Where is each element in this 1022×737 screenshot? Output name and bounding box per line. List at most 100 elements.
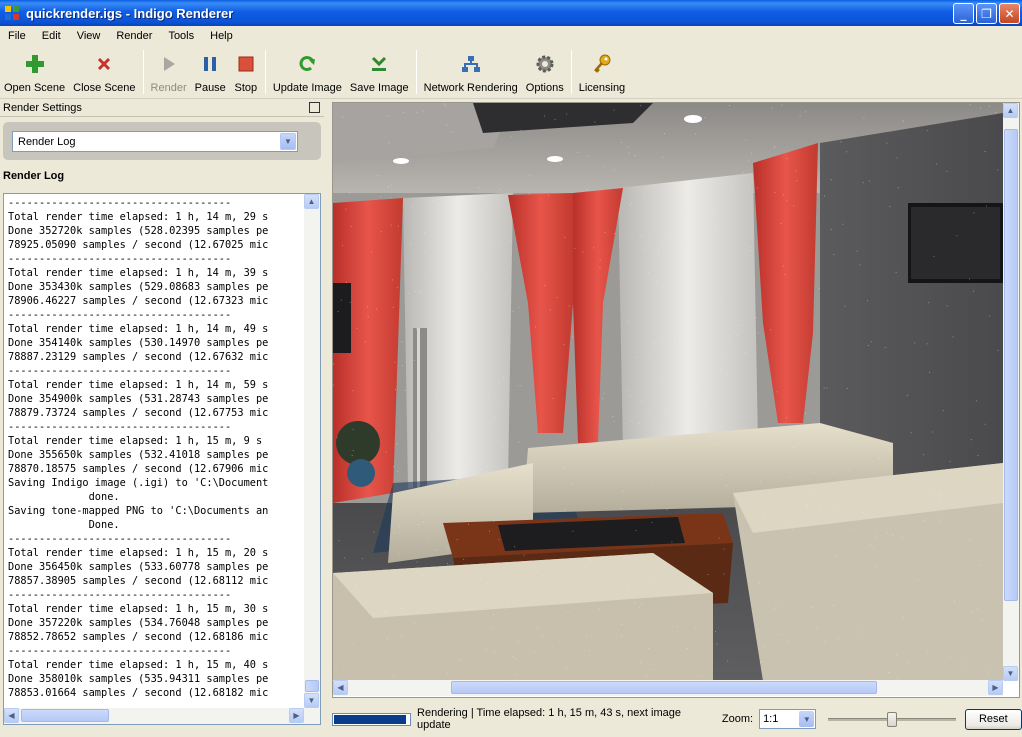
log-line: Total render time elapsed: 1 h, 14 m, 29… (8, 211, 269, 223)
log-horizontal-scrollbar[interactable]: ◀ ▶ (4, 708, 320, 724)
log-line: Done 352720k samples (528.02395 samples … (8, 225, 269, 237)
gear-icon (533, 52, 557, 76)
reset-button[interactable]: Reset (964, 708, 1022, 730)
render-vscroll-thumb[interactable] (1004, 129, 1018, 601)
menu-render[interactable]: Render (108, 30, 160, 42)
render-image (333, 103, 1003, 681)
log-line: ------------------------------------ (8, 309, 232, 321)
log-vertical-scrollbar[interactable]: ▲ ▼ (304, 194, 320, 708)
scroll-left-icon[interactable]: ◀ (4, 708, 19, 723)
zoom-slider[interactable] (828, 709, 957, 729)
indigo-logo-icon (4, 5, 20, 21)
log-line: Done 358010k samples (535.94311 samples … (8, 673, 269, 685)
close-icon: ✕ (1004, 6, 1015, 21)
log-line: 78879.73724 samples / second (12.67753 m… (8, 407, 269, 419)
render-log[interactable]: ------------------------------------ Tota… (3, 193, 321, 725)
scroll-up-icon[interactable]: ▲ (304, 194, 319, 209)
zoom-value: 1:1 (763, 713, 779, 725)
log-line: Total render time elapsed: 1 h, 15 m, 40… (8, 659, 269, 671)
title-bar[interactable]: quickrender.igs - Indigo Renderer _ ❐ ✕ (0, 0, 1022, 26)
close-button[interactable]: ✕ (999, 3, 1020, 24)
float-panel-icon[interactable] (309, 102, 320, 113)
network-rendering-button[interactable]: Network Rendering (420, 47, 522, 97)
log-line: ------------------------------------ (8, 645, 232, 657)
settings-selector[interactable]: Render Log ▼ (12, 131, 298, 152)
log-line: ------------------------------------ (8, 365, 232, 377)
log-line: 78887.23129 samples / second (12.67632 m… (8, 351, 269, 363)
toolbar-separator (264, 50, 266, 94)
chevron-down-icon[interactable]: ▼ (799, 711, 815, 727)
stop-label: Stop (234, 82, 258, 94)
menu-file[interactable]: File (0, 30, 34, 42)
scroll-down-icon[interactable]: ▼ (304, 693, 319, 708)
log-line: Total render time elapsed: 1 h, 15 m, 20… (8, 547, 269, 559)
pause-icon (198, 52, 222, 76)
save-image-button[interactable]: Save Image (346, 47, 413, 97)
render-button[interactable]: Render (147, 47, 191, 97)
log-line: ------------------------------------ (8, 197, 232, 209)
log-line: Total render time elapsed: 1 h, 15 m, 9 … (8, 435, 263, 447)
log-line: Total render time elapsed: 1 h, 14 m, 49… (8, 323, 269, 335)
pause-button[interactable]: Pause (191, 47, 230, 97)
update-image-label: Update Image (272, 82, 342, 94)
status-bar: Rendering | Time elapsed: 1 h, 15 m, 43 … (332, 706, 1022, 732)
log-line: 78870.18575 samples / second (12.67906 m… (8, 463, 269, 475)
play-icon (157, 52, 181, 76)
log-line: Total render time elapsed: 1 h, 15 m, 30… (8, 603, 269, 615)
log-line: Done 354140k samples (530.14970 samples … (8, 337, 269, 349)
plus-icon (23, 52, 47, 76)
window-title: quickrender.igs - Indigo Renderer (26, 5, 234, 21)
log-vscroll-thumb[interactable] (305, 680, 319, 692)
render-horizontal-scrollbar[interactable]: ◀ ▶ (333, 680, 1003, 696)
log-line: 78906.46227 samples / second (12.67323 m… (8, 295, 269, 307)
menu-help[interactable]: Help (202, 30, 241, 42)
close-scene-button[interactable]: Close Scene (69, 47, 139, 97)
chevron-down-icon[interactable]: ▼ (280, 133, 296, 150)
settings-selector-area: Render Log ▼ (3, 122, 321, 160)
save-image-label: Save Image (349, 82, 409, 94)
log-line: Done 353430k samples (529.08683 samples … (8, 281, 269, 293)
slider-knob[interactable] (887, 712, 898, 727)
menu-edit[interactable]: Edit (34, 30, 69, 42)
log-line: 78852.78652 samples / second (12.68186 m… (8, 631, 269, 643)
scroll-down-icon[interactable]: ▼ (1003, 666, 1018, 681)
log-hscroll-thumb[interactable] (21, 709, 109, 722)
scroll-up-icon[interactable]: ▲ (1003, 103, 1018, 118)
scroll-left-icon[interactable]: ◀ (333, 680, 348, 695)
licensing-label: Licensing (578, 82, 626, 94)
options-button[interactable]: Options (522, 47, 568, 97)
zoom-select[interactable]: 1:1 ▼ (759, 709, 817, 729)
minimize-button[interactable]: _ (953, 3, 974, 24)
network-rendering-label: Network Rendering (423, 82, 518, 94)
log-line: ------------------------------------ (8, 533, 232, 545)
update-image-button[interactable]: Update Image (269, 47, 346, 97)
restore-icon: ❐ (981, 6, 992, 21)
minimize-icon: _ (960, 6, 967, 21)
render-vertical-scrollbar[interactable]: ▲ ▼ (1003, 103, 1019, 681)
menu-tools[interactable]: Tools (160, 30, 202, 42)
render-settings-header: Render Settings (0, 100, 324, 117)
settings-selector-value: Render Log (18, 135, 76, 148)
log-line: Done 357220k samples (534.76048 samples … (8, 617, 269, 629)
log-line: 78857.38905 samples / second (12.68112 m… (8, 575, 269, 587)
menu-view[interactable]: View (69, 30, 109, 42)
restore-button[interactable]: ❐ (976, 3, 997, 24)
stop-button[interactable]: Stop (230, 47, 262, 97)
scroll-right-icon[interactable]: ▶ (289, 708, 304, 723)
refresh-icon (295, 52, 319, 76)
toolbar-separator (570, 50, 572, 94)
open-scene-button[interactable]: Open Scene (0, 47, 69, 97)
render-hscroll-thumb[interactable] (451, 681, 877, 694)
options-label: Options (525, 82, 564, 94)
download-icon (367, 52, 391, 76)
stop-icon (234, 52, 258, 76)
progress-fill (334, 714, 406, 724)
log-line: Done. (8, 519, 120, 531)
scroll-right-icon[interactable]: ▶ (988, 680, 1003, 695)
render-view[interactable]: ▲ ▼ ◀ ▶ (332, 102, 1020, 698)
log-line: Done 356450k samples (533.60778 samples … (8, 561, 269, 573)
log-line: Done 354900k samples (531.28743 samples … (8, 393, 269, 405)
pause-label: Pause (194, 82, 226, 94)
licensing-button[interactable]: Licensing (575, 47, 629, 97)
toolbar-separator (142, 50, 144, 94)
